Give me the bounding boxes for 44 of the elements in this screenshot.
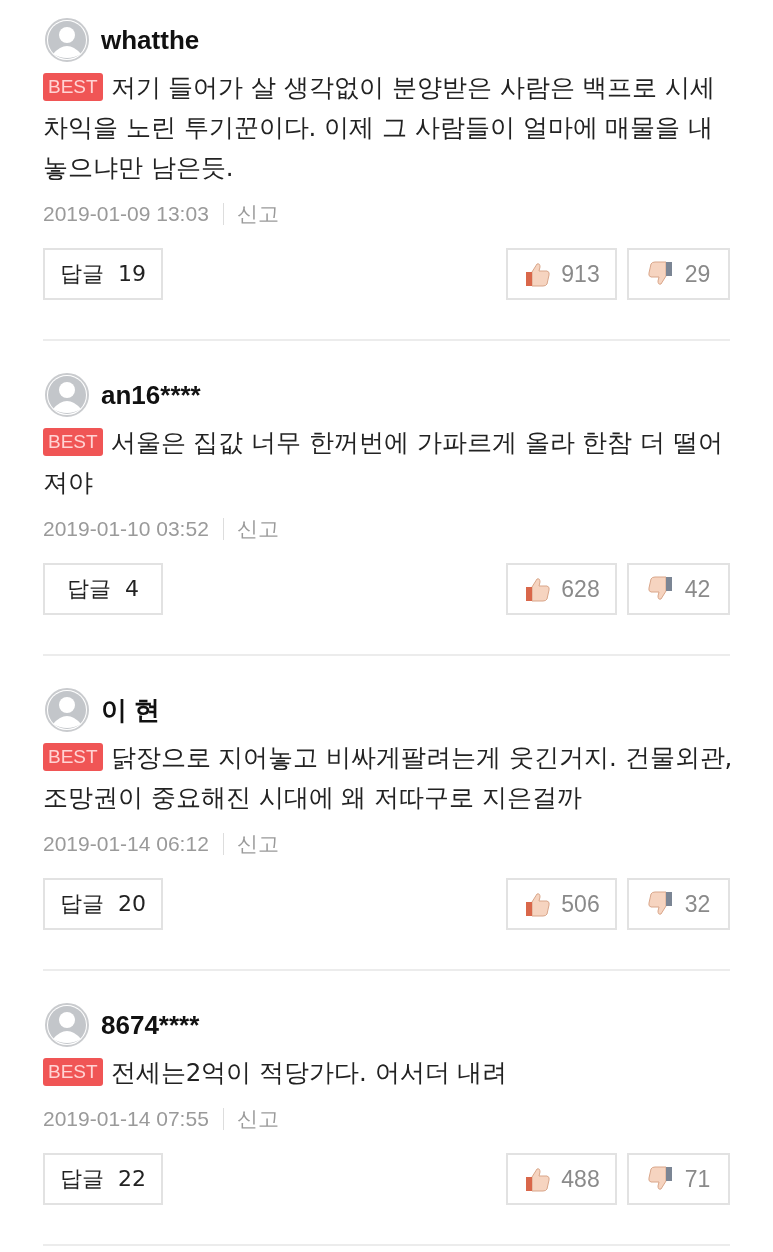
- best-badge: BEST: [43, 428, 103, 456]
- like-button[interactable]: 506: [506, 878, 617, 930]
- thumbs-down-icon: [646, 1165, 675, 1193]
- like-button[interactable]: 628: [506, 563, 617, 615]
- username: 8674****: [101, 1009, 200, 1041]
- dislike-button[interactable]: 29: [627, 248, 730, 300]
- best-badge: BEST: [43, 1058, 103, 1086]
- avatar-icon: [45, 18, 89, 62]
- reply-button[interactable]: 답글 20: [43, 878, 163, 930]
- username: whatthe: [101, 24, 200, 56]
- like-button[interactable]: 488: [506, 1153, 617, 1205]
- dislike-button[interactable]: 42: [627, 563, 730, 615]
- comment-text: BEST 서울은 집값 너무 한꺼번에 가파르게 올라 한참 더 떨어져야: [43, 427, 724, 499]
- thumbs-up-icon: [523, 1165, 552, 1193]
- thumbs-down-icon: [646, 575, 675, 603]
- comment-text: BEST 저기 들어가 살 생각없이 분양받은 사람은 백프로 시세차익을 노린 투기꾼이다. 이제 그 사람들이 얼마에 매물을 내놓으냐만 남은듯.: [43, 72, 717, 184]
- best-badge: BEST: [43, 73, 103, 101]
- username: an16****: [101, 379, 201, 411]
- thumbs-down-icon: [646, 890, 675, 918]
- thumbs-up-icon: [523, 575, 552, 603]
- dislike-button[interactable]: 32: [627, 878, 730, 930]
- avatar-icon: [45, 688, 89, 732]
- comment-text: BEST 닭장으로 지어놓고 비싸게팔려는게 웃긴거지. 건물외관, 조망권이 중요해진 시대에 왜 저따구로 지은걸까: [43, 742, 733, 814]
- comment-date: 2019-01-14 06:12: [43, 832, 209, 856]
- comment-date: 2019-01-09 13:03: [43, 202, 209, 226]
- best-badge: BEST: [43, 743, 103, 771]
- thumbs-up-icon: [523, 260, 552, 288]
- reply-button[interactable]: 답글 19: [43, 248, 163, 300]
- username: 이 현: [101, 693, 161, 727]
- avatar-icon: [45, 373, 89, 417]
- reply-button[interactable]: 답글 22: [43, 1153, 163, 1205]
- report-link[interactable]: 신고: [236, 200, 279, 228]
- report-link[interactable]: 신고: [236, 515, 279, 543]
- dislike-button[interactable]: 71: [627, 1153, 730, 1205]
- comment-text: BEST 전세는2억이 적당가다. 어서더 내려: [43, 1053, 733, 1093]
- report-link[interactable]: 신고: [236, 830, 279, 858]
- like-button[interactable]: 913: [506, 248, 617, 300]
- thumbs-up-icon: [523, 890, 552, 918]
- thumbs-down-icon: [646, 260, 675, 288]
- comment-date: 2019-01-14 07:55: [43, 1107, 209, 1131]
- reply-button[interactable]: 답글 4: [43, 563, 163, 615]
- comment-date: 2019-01-10 03:52: [43, 517, 209, 541]
- avatar-icon: [45, 1003, 89, 1047]
- report-link[interactable]: 신고: [236, 1105, 279, 1133]
